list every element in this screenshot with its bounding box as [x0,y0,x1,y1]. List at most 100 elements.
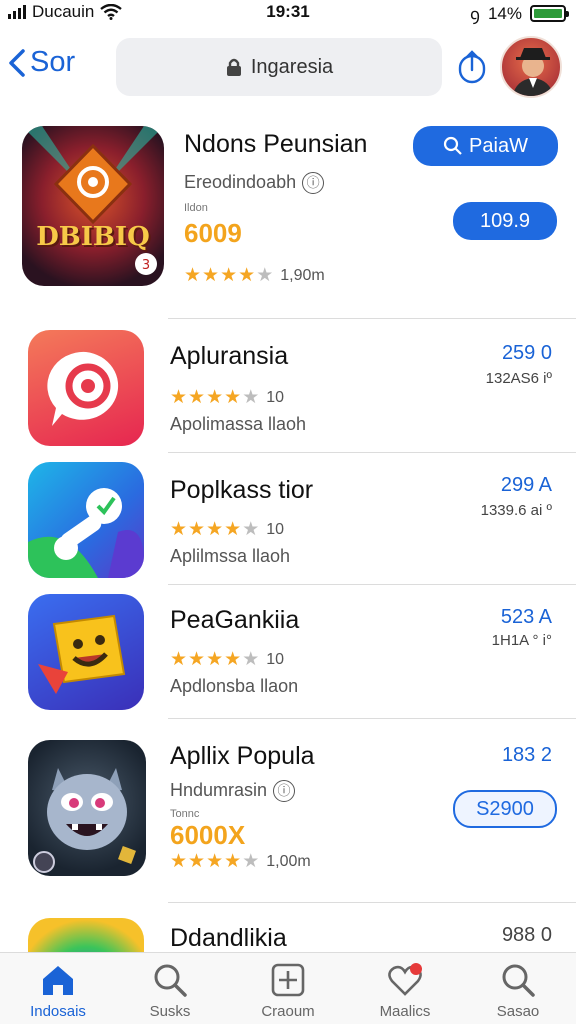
app-price[interactable]: 523 A [501,606,552,629]
app-price[interactable]: 299 A [501,474,552,497]
chevron-left-icon [9,48,25,77]
star-icon: ★ [206,519,224,540]
alarm-icon: ꝯ [469,5,480,24]
featured-icon-text: DBIBIQ [36,222,150,252]
price-button-label: 109.9 [479,209,531,232]
star-icon: ★ [206,387,224,408]
share-icon[interactable] [456,48,488,84]
featured-title: Ndons Peunsian [184,130,368,158]
person-icon [512,48,554,96]
app-secondary: 1H1A ° i° [491,632,552,649]
divider [168,318,576,319]
avatar[interactable] [500,36,562,98]
back-button[interactable]: Sor [6,46,75,79]
tab-messages[interactable]: Maalics [357,961,453,1020]
tab-label: Indosais [30,1003,86,1020]
search-icon [154,964,187,997]
tab-create[interactable]: Craoum [240,961,336,1020]
app-developer: Apdlonsba llaon [170,676,299,696]
featured-rating: ★ ★ ★ ★ ★ 1,90m [184,264,325,287]
app-tiny-label: Tonnc [170,808,200,820]
app-title: Poplkass tior [170,476,314,504]
app-developer: Aplilmssa llaoh [170,546,291,566]
star-icon: ★ [170,649,188,670]
app-coins: 6000X [170,820,246,850]
star-icon: ★ [188,649,206,670]
star-icon: ★ [202,265,220,286]
battery-icon [530,5,569,22]
star-icon: ★ [184,265,202,286]
lock-icon [226,58,241,76]
app-price[interactable]: 259 0 [502,342,552,365]
list-item[interactable]: Apllix Popula Hndumrasin ⓘ Tonnc 6000X ★ ★… [0,732,576,892]
featured-app-icon: 3 DBIBIQ [22,126,164,286]
star-icon: ★ [188,851,206,872]
divider [168,452,576,453]
info-icon[interactable]: ⓘ [302,172,325,195]
list-item[interactable]: Poplkass tior ★ ★ ★ ★ ★ 10 Aplilmssa llaoh 2… [0,462,576,586]
star-icon: ★ [188,387,206,408]
app-icon-key [28,462,144,578]
rating-count: 10 [266,388,285,406]
app-developer: Apolimassa llaoh [170,414,307,434]
star-empty-icon: ★ [242,649,260,670]
app-title: Ddandlikia [170,924,287,952]
price-button-label: S2900 [476,797,534,820]
featured-app[interactable]: 3 DBIBIQ Ndons Peunsian Ereodindoabh ⓘ Il… [0,118,576,318]
star-empty-icon: ★ [242,387,260,408]
rating-count: 1,90m [280,266,325,284]
tab-profile[interactable]: Sasao [470,961,566,1020]
app-rating: ★ ★ ★ ★ ★ 10 [170,518,284,541]
star-icon: ★ [224,649,242,670]
app-price[interactable]: 988 0 [502,924,552,947]
app-secondary: 132AS6 iº [485,370,552,387]
featured-coins: 6009 [184,218,242,248]
star-icon: ★ [170,519,188,540]
app-icon-monster [28,740,146,876]
nav-bar: Sor Ingaresia [0,34,576,102]
featured-tiny-label: Ildon [184,202,208,214]
price-button[interactable]: S2900 [453,790,557,828]
app-subtitle: Hndumrasin ⓘ [170,780,296,803]
get-button[interactable]: PaiaW [413,126,558,166]
app-rating: ★ ★ ★ ★ ★ 1,00m [170,850,311,873]
info-icon[interactable]: ⓘ [273,780,296,803]
app-title: Apllix Popula [170,742,315,770]
app-icon-chat [28,330,144,446]
back-label: Sor [30,46,76,78]
star-icon: ★ [224,387,242,408]
app-title: PeaGankiia [170,606,300,634]
list-item[interactable]: Ddandlikia 988 0 [0,916,576,952]
tab-label: Sasao [496,1003,540,1020]
search-field[interactable]: Ingaresia [116,38,442,96]
star-empty-icon: ★ [242,851,260,872]
star-icon: ★ [188,519,206,540]
star-icon: ★ [206,851,224,872]
featured-subtitle: Ereodindoabh ⓘ [184,172,325,195]
tab-label: Susks [149,1003,191,1020]
status-bar: Ducauin 19:31 ꝯ 14% [0,0,576,26]
star-icon: ★ [224,519,242,540]
rating-count: 10 [266,520,285,538]
app-price[interactable]: 183 2 [502,744,552,767]
divider [168,584,576,585]
star-icon: ★ [220,265,238,286]
list-item[interactable]: PeaGankiia ★ ★ ★ ★ ★ 10 Apdlonsba llaon 523 … [0,594,576,718]
get-button-label: PaiaW [469,134,528,157]
divider [168,718,576,719]
search-text: Ingaresia [250,55,334,78]
app-rating: ★ ★ ★ ★ ★ 10 [170,386,284,409]
app-secondary: 1339.6 ai º [480,502,552,519]
tab-search[interactable]: Susks [122,961,218,1020]
list-item[interactable]: Apluransia ★ ★ ★ ★ ★ 10 Apolimassa llaoh 259… [0,330,576,454]
star-empty-icon: ★ [256,265,274,286]
plus-square-icon [271,963,305,997]
tab-today[interactable]: Indosais [10,961,106,1020]
app-title: Apluransia [170,342,289,370]
star-icon: ★ [224,851,242,872]
rating-count: 10 [266,650,285,668]
rating-count: 1,00m [266,852,311,870]
price-button[interactable]: 109.9 [453,202,557,240]
star-empty-icon: ★ [242,519,260,540]
star-icon: ★ [170,387,188,408]
